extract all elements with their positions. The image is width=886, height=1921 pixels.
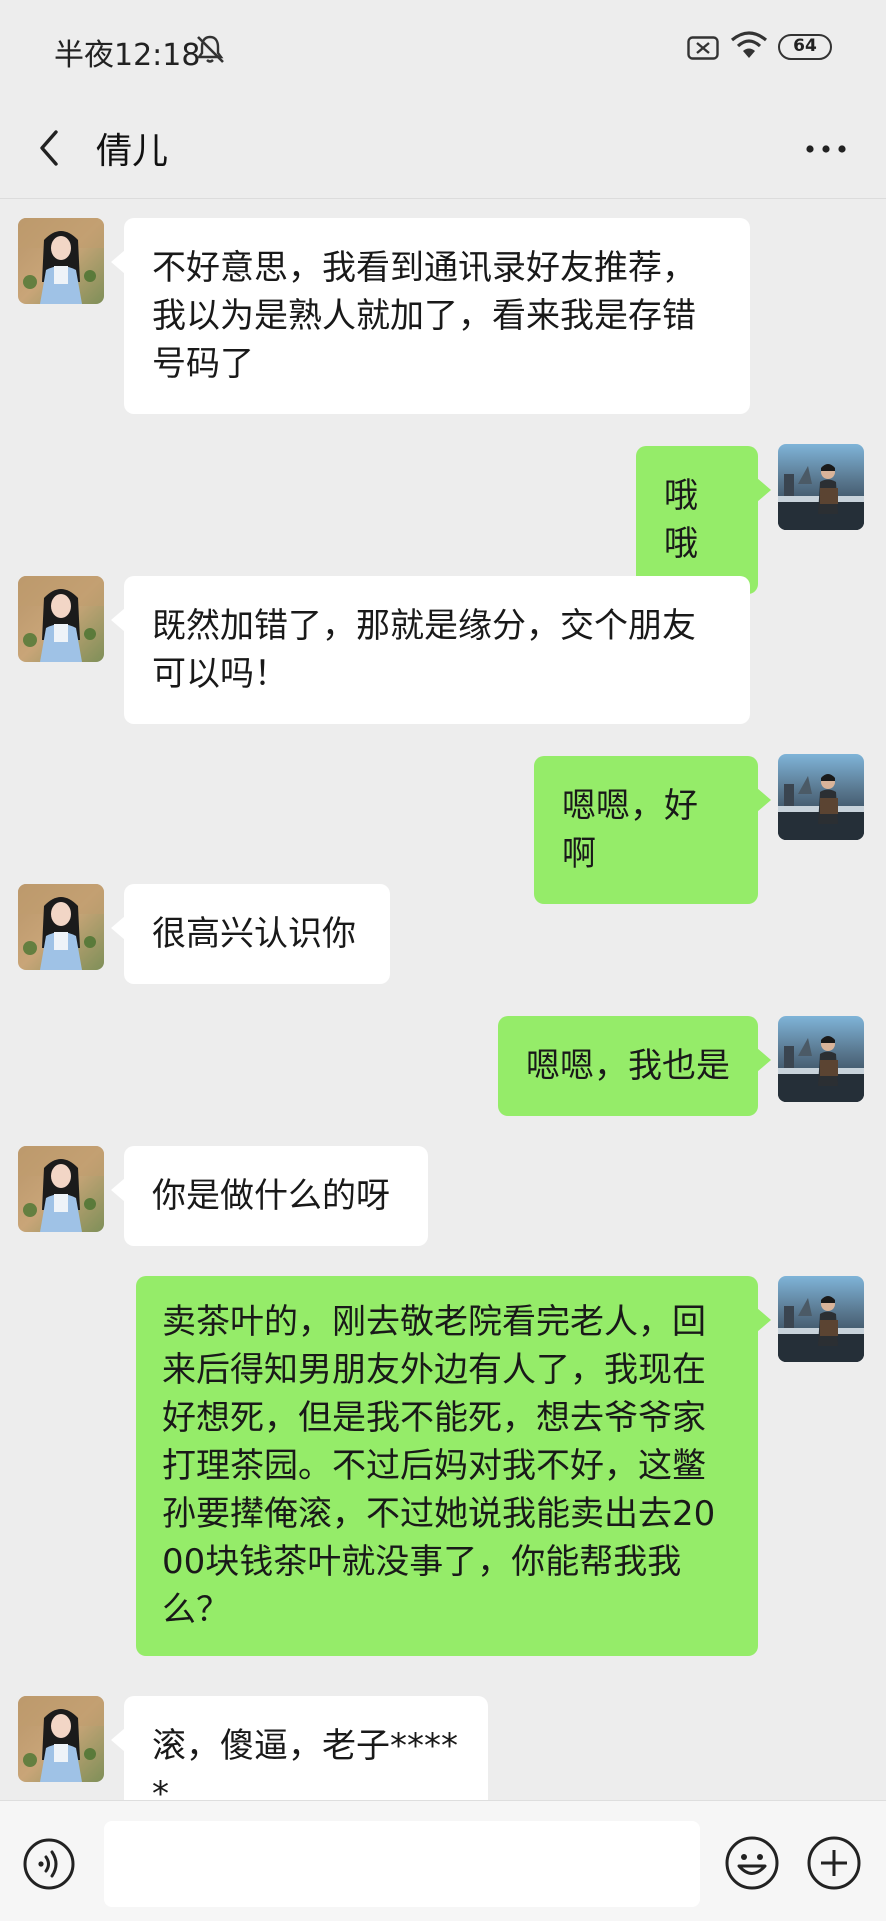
plus-icon[interactable] [806, 1835, 862, 1891]
user-avatar[interactable] [778, 754, 864, 840]
more-dots-icon[interactable] [800, 134, 860, 164]
contact-avatar[interactable] [18, 1696, 104, 1782]
contact-avatar[interactable] [18, 218, 104, 304]
message-input[interactable] [104, 1821, 700, 1907]
header-divider [0, 198, 886, 199]
contact-avatar[interactable] [18, 884, 104, 970]
message-bubble-received[interactable]: 你是做什么的呀 [111, 1146, 428, 1246]
contact-avatar[interactable] [18, 576, 104, 662]
status-time: 半夜12:18 [54, 38, 201, 73]
emoji-icon[interactable] [724, 1835, 780, 1891]
contact-avatar[interactable] [18, 1146, 104, 1232]
input-bar [0, 1800, 886, 1921]
message-bubble-sent[interactable]: 嗯嗯，我也是 [498, 1016, 771, 1116]
wifi-icon [730, 31, 768, 58]
chat-title: 倩儿 [96, 131, 169, 172]
message-bubble-sent[interactable]: 卖茶叶的，刚去敬老院看完老人，回来后得知男朋友外边有人了，我现在好想死，但是我不… [136, 1276, 771, 1656]
message-bubble-sent[interactable]: 哦哦 [636, 446, 771, 594]
message-bubble-received[interactable]: 不好意思，我看到通讯录好友推荐，我以为是熟人就加了，看来我是存错号码了 [111, 218, 750, 414]
sim-off-icon [687, 36, 719, 60]
message-bubble-received[interactable]: 很高兴认识你 [111, 884, 390, 984]
user-avatar[interactable] [778, 1276, 864, 1362]
chevron-left-icon[interactable] [30, 122, 70, 174]
message-bubble-sent[interactable]: 嗯嗯，好啊 [534, 756, 771, 904]
voice-icon[interactable] [22, 1837, 76, 1891]
battery-indicator: 64 [778, 34, 832, 60]
status-bar: 半夜12:18 64 [0, 0, 886, 98]
message-bubble-received[interactable]: 既然加错了，那就是缘分，交个朋友可以吗！ [111, 576, 750, 724]
bell-muted-icon [196, 35, 224, 63]
user-avatar[interactable] [778, 444, 864, 530]
chat-header: 倩儿 [0, 98, 886, 198]
user-avatar[interactable] [778, 1016, 864, 1102]
